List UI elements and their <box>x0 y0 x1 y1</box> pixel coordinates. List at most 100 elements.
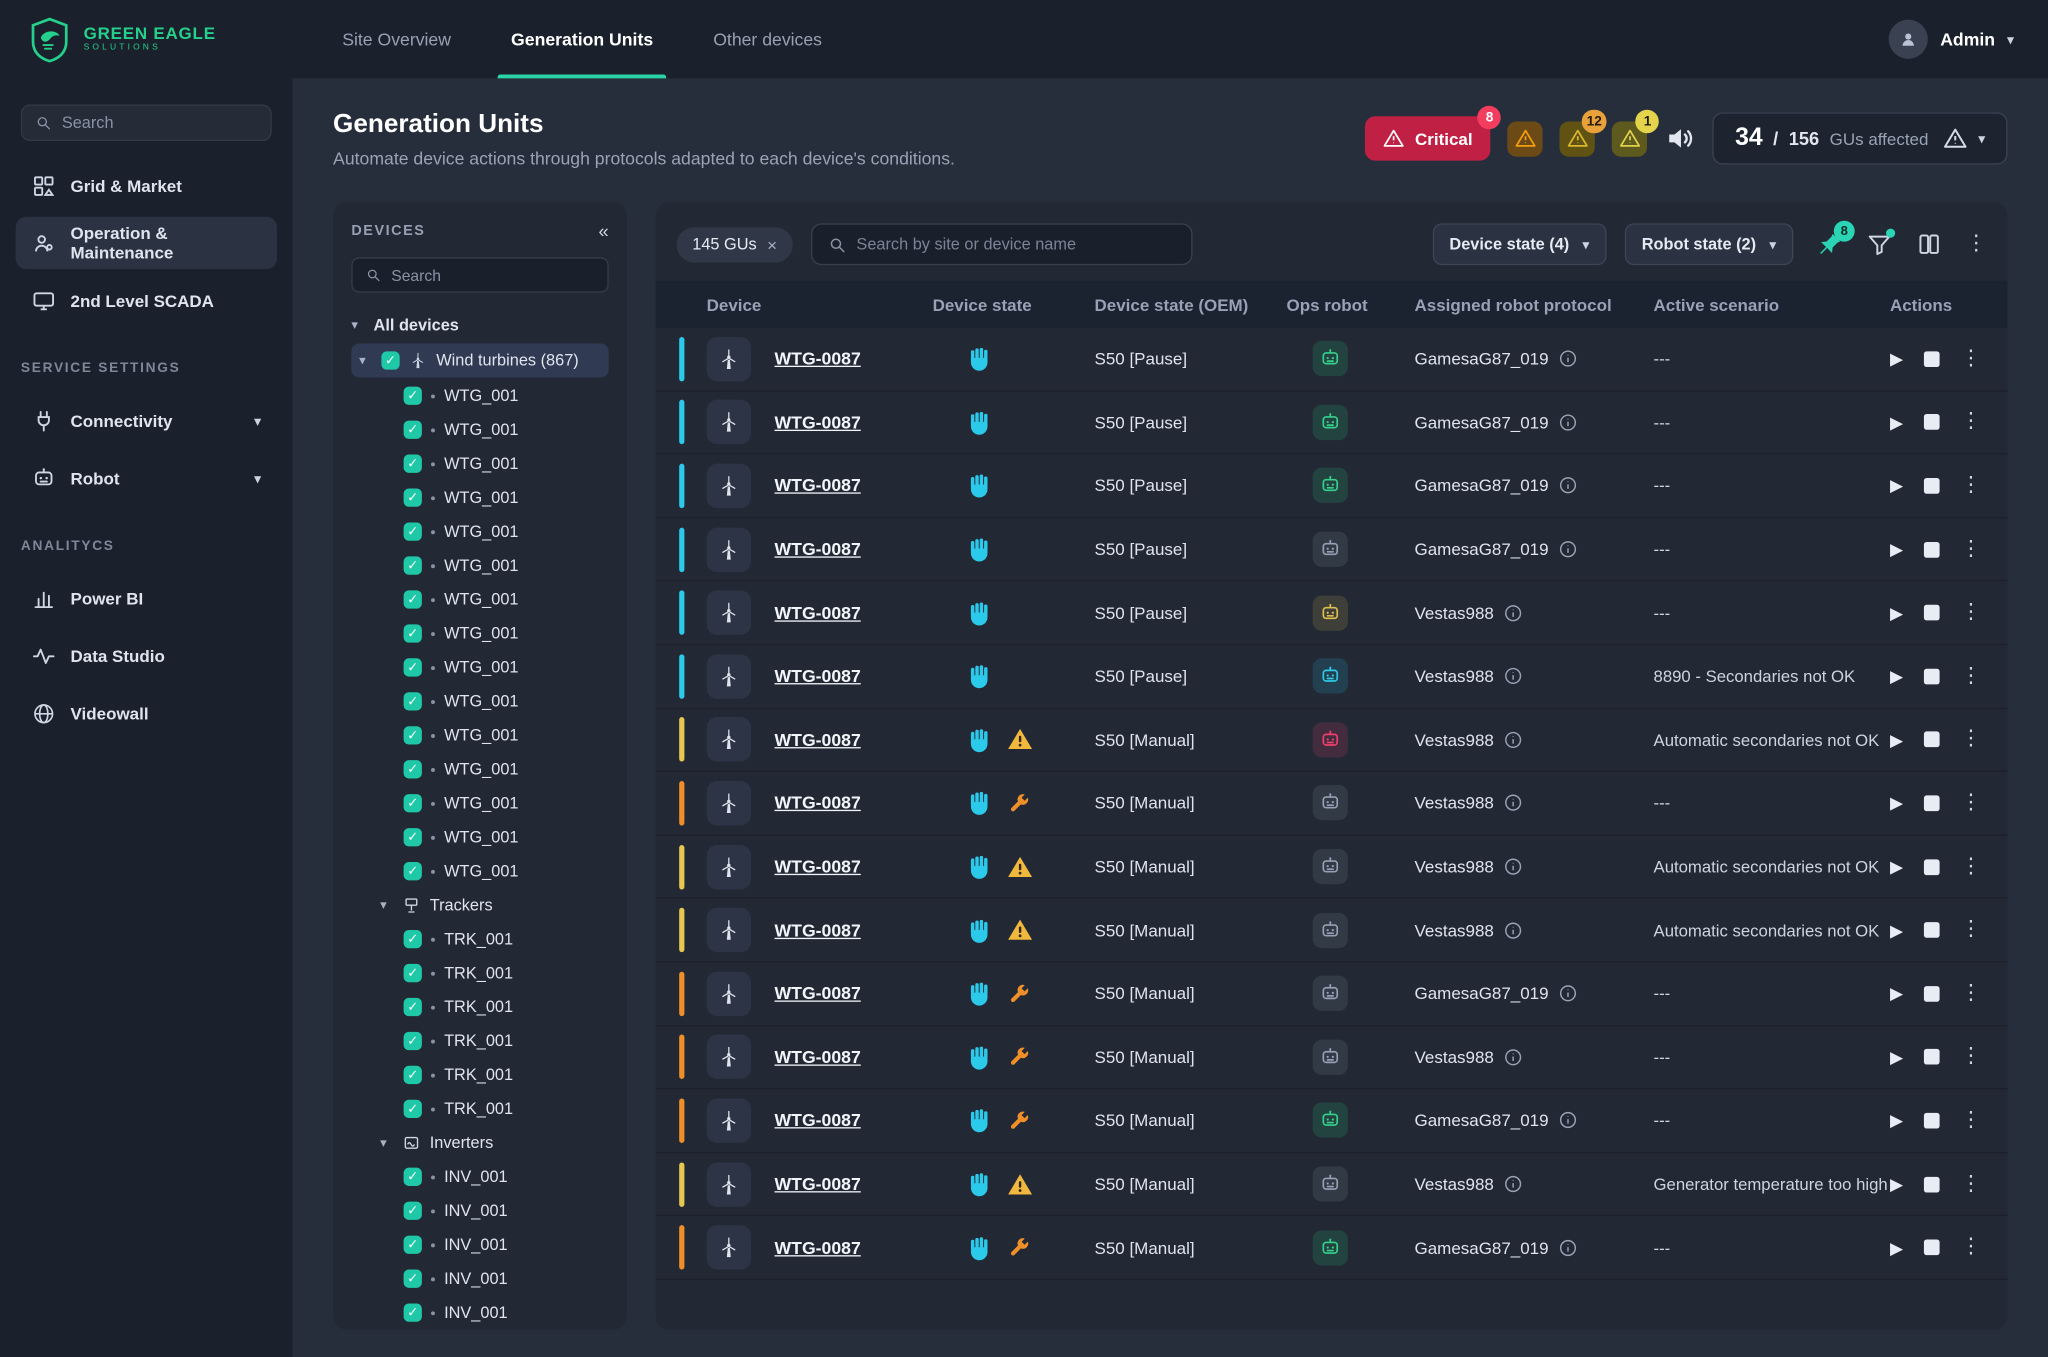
tree-node-wtg[interactable]: ✓ WTG_001 <box>351 413 608 447</box>
stop-button[interactable] <box>1924 1176 1940 1192</box>
device-name-link[interactable]: WTG-0087 <box>775 666 861 686</box>
checkbox-checked[interactable]: ✓ <box>404 455 422 473</box>
tree-node-wtg[interactable]: ✓ WTG_001 <box>351 854 608 888</box>
device-name-link[interactable]: WTG-0087 <box>775 1238 861 1258</box>
tree-node-trk[interactable]: ✓ TRK_001 <box>351 1024 608 1058</box>
tree-node-wtg[interactable]: ✓ WTG_001 <box>351 549 608 583</box>
tree-node-inverters[interactable]: ▾ Inverters <box>351 1126 608 1160</box>
play-button[interactable]: ▶ <box>1890 795 1903 812</box>
table-row[interactable]: WTG-0087 S50 [Manual] <box>656 1153 2008 1216</box>
play-button[interactable]: ▶ <box>1890 1049 1903 1066</box>
play-button[interactable]: ▶ <box>1890 1176 1903 1193</box>
checkbox-checked[interactable]: ✓ <box>404 522 422 540</box>
user-menu[interactable]: Admin ▾ <box>1889 20 2048 59</box>
device-name-link[interactable]: WTG-0087 <box>775 793 861 813</box>
kebab-menu-icon[interactable]: ⋮ <box>1960 856 1981 877</box>
kebab-menu-icon[interactable]: ⋮ <box>1966 234 1987 255</box>
stop-button[interactable] <box>1924 1240 1940 1256</box>
checkbox-checked[interactable]: ✓ <box>404 1100 422 1118</box>
sidebar-search[interactable] <box>21 104 272 141</box>
play-button[interactable]: ▶ <box>1890 1112 1903 1129</box>
tree-node-wtg[interactable]: ✓ WTG_001 <box>351 379 608 413</box>
tree-node-wtg[interactable]: ✓ WTG_001 <box>351 583 608 617</box>
tree-node-wtg[interactable]: ✓ WTG_001 <box>351 650 608 684</box>
tab-other-devices[interactable]: Other devices <box>713 0 822 78</box>
sidebar-item-connectivity[interactable]: Connectivity ▾ <box>16 394 277 446</box>
tree-node-all-devices[interactable]: ▾ All devices <box>351 308 608 342</box>
table-search-input[interactable] <box>856 235 1175 253</box>
device-name-link[interactable]: WTG-0087 <box>775 540 861 560</box>
gus-affected-summary[interactable]: 34 / 156 GUs affected ▾ <box>1713 112 2008 164</box>
device-name-link[interactable]: WTG-0087 <box>775 730 861 750</box>
pin-icon[interactable]: 8 <box>1817 231 1843 257</box>
tree-node-trackers[interactable]: ▾ Trackers <box>351 888 608 922</box>
kebab-menu-icon[interactable]: ⋮ <box>1960 1047 1981 1068</box>
table-row[interactable]: WTG-0087 S50 [Manual] <box>656 963 2008 1026</box>
table-row[interactable]: WTG-0087 S50 [Pause] <box>656 582 2008 645</box>
checkbox-checked[interactable]: ✓ <box>404 828 422 846</box>
device-name-link[interactable]: WTG-0087 <box>775 603 861 623</box>
info-icon[interactable] <box>1558 349 1578 369</box>
device-name-link[interactable]: WTG-0087 <box>775 857 861 877</box>
columns-icon[interactable] <box>1916 231 1942 257</box>
device-name-link[interactable]: WTG-0087 <box>775 920 861 940</box>
checkbox-checked[interactable]: ✓ <box>404 624 422 642</box>
sidebar-item-operation-maintenance[interactable]: Operation & Maintenance <box>16 217 277 269</box>
speaker-icon[interactable] <box>1665 123 1696 154</box>
tree-node-wtg[interactable]: ✓ WTG_001 <box>351 752 608 786</box>
stop-button[interactable] <box>1924 1113 1940 1129</box>
checkbox-checked[interactable]: ✓ <box>404 794 422 812</box>
play-button[interactable]: ▶ <box>1890 1239 1903 1256</box>
tree-node-trk[interactable]: ✓ TRK_001 <box>351 1092 608 1126</box>
tree-node-wtg[interactable]: ✓ WTG_001 <box>351 820 608 854</box>
play-button[interactable]: ▶ <box>1890 858 1903 875</box>
info-icon[interactable] <box>1503 793 1523 813</box>
table-row[interactable]: WTG-0087 S50 [Manual] <box>656 899 2008 962</box>
table-row[interactable]: WTG-0087 S50 [Pause] <box>656 455 2008 518</box>
device-name-link[interactable]: WTG-0087 <box>775 1047 861 1067</box>
checkbox-checked[interactable]: ✓ <box>404 421 422 439</box>
stop-button[interactable] <box>1924 922 1940 938</box>
table-row[interactable]: WTG-0087 S50 [Manual] <box>656 709 2008 772</box>
device-name-link[interactable]: WTG-0087 <box>775 1111 861 1131</box>
checkbox-checked[interactable]: ✓ <box>404 1168 422 1186</box>
tree-node-wtg[interactable]: ✓ WTG_001 <box>351 786 608 820</box>
warning-badge-orange[interactable] <box>1508 121 1543 156</box>
devices-search-input[interactable] <box>391 266 594 284</box>
stop-button[interactable] <box>1924 795 1940 811</box>
device-name-link[interactable]: WTG-0087 <box>775 413 861 433</box>
info-icon[interactable] <box>1503 730 1523 750</box>
warning-badge-yellow[interactable]: 1 <box>1612 121 1647 156</box>
kebab-menu-icon[interactable]: ⋮ <box>1960 920 1981 941</box>
checkbox-checked[interactable]: ✓ <box>404 590 422 608</box>
stop-button[interactable] <box>1924 351 1940 367</box>
tree-node-wtg[interactable]: ✓ WTG_001 <box>351 481 608 515</box>
kebab-menu-icon[interactable]: ⋮ <box>1960 1110 1981 1131</box>
stop-button[interactable] <box>1924 478 1940 494</box>
info-icon[interactable] <box>1558 413 1578 433</box>
checkbox-checked[interactable]: ✓ <box>404 930 422 948</box>
table-row[interactable]: WTG-0087 S50 [Pause] <box>656 328 2008 391</box>
info-icon[interactable] <box>1558 1238 1578 1258</box>
info-icon[interactable] <box>1503 666 1523 686</box>
stop-button[interactable] <box>1924 415 1940 431</box>
filter-icon[interactable] <box>1866 231 1892 257</box>
checkbox-checked[interactable]: ✓ <box>404 1270 422 1288</box>
table-search[interactable] <box>811 223 1192 265</box>
critical-alerts-button[interactable]: Critical 8 <box>1365 116 1490 160</box>
device-name-link[interactable]: WTG-0087 <box>775 1174 861 1194</box>
checkbox-checked[interactable]: ✓ <box>404 998 422 1016</box>
sidebar-item-data-studio[interactable]: Data Studio <box>16 630 277 682</box>
play-button[interactable]: ▶ <box>1890 604 1903 621</box>
play-button[interactable]: ▶ <box>1890 350 1903 367</box>
tree-node-inv[interactable]: ✓ INV_001 <box>351 1228 608 1262</box>
checkbox-checked[interactable]: ✓ <box>404 1202 422 1220</box>
checkbox-checked[interactable]: ✓ <box>404 1066 422 1084</box>
table-row[interactable]: WTG-0087 S50 [Manual] <box>656 1216 2008 1279</box>
stop-button[interactable] <box>1924 859 1940 875</box>
info-icon[interactable] <box>1503 857 1523 877</box>
info-icon[interactable] <box>1558 1111 1578 1131</box>
caret-icon[interactable]: ▾ <box>359 353 372 367</box>
info-icon[interactable] <box>1503 603 1523 623</box>
caret-icon[interactable]: ▾ <box>351 318 364 332</box>
